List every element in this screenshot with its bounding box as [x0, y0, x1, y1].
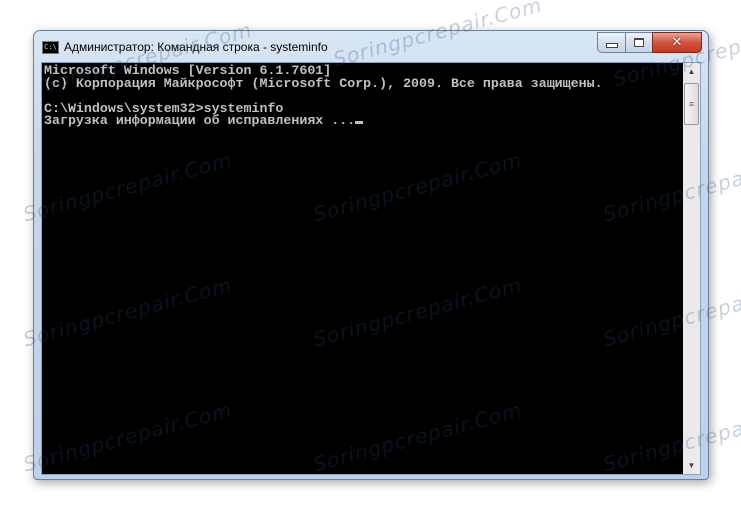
title-bar[interactable]: C:\ Администратор: Командная строка - sy…: [34, 31, 708, 61]
scroll-down-button[interactable]: ▼: [683, 457, 700, 474]
maximize-icon: [634, 38, 644, 47]
close-icon: ✕: [671, 35, 683, 50]
scroll-thumb[interactable]: ≡: [684, 83, 699, 125]
minimize-icon: [605, 43, 618, 48]
console-line: (c) Корпорация Майкрософт (Microsoft Cor…: [44, 75, 603, 91]
text-cursor: [355, 121, 364, 125]
vertical-scrollbar[interactable]: ▲ ≡ ▼: [683, 62, 701, 475]
scroll-up-button[interactable]: ▲: [683, 63, 700, 80]
console-line: Загрузка информации об исправлениях ...: [44, 113, 356, 129]
maximize-button[interactable]: [625, 32, 653, 53]
window-title: Администратор: Командная строка - system…: [64, 40, 328, 54]
minimize-button[interactable]: [597, 32, 626, 53]
console-output[interactable]: Microsoft Windows [Version 6.1.7601] (c)…: [41, 62, 684, 475]
command-prompt-window: C:\ Администратор: Командная строка - sy…: [33, 30, 709, 480]
close-button[interactable]: ✕: [652, 32, 702, 53]
cmd-icon[interactable]: C:\: [42, 41, 59, 54]
